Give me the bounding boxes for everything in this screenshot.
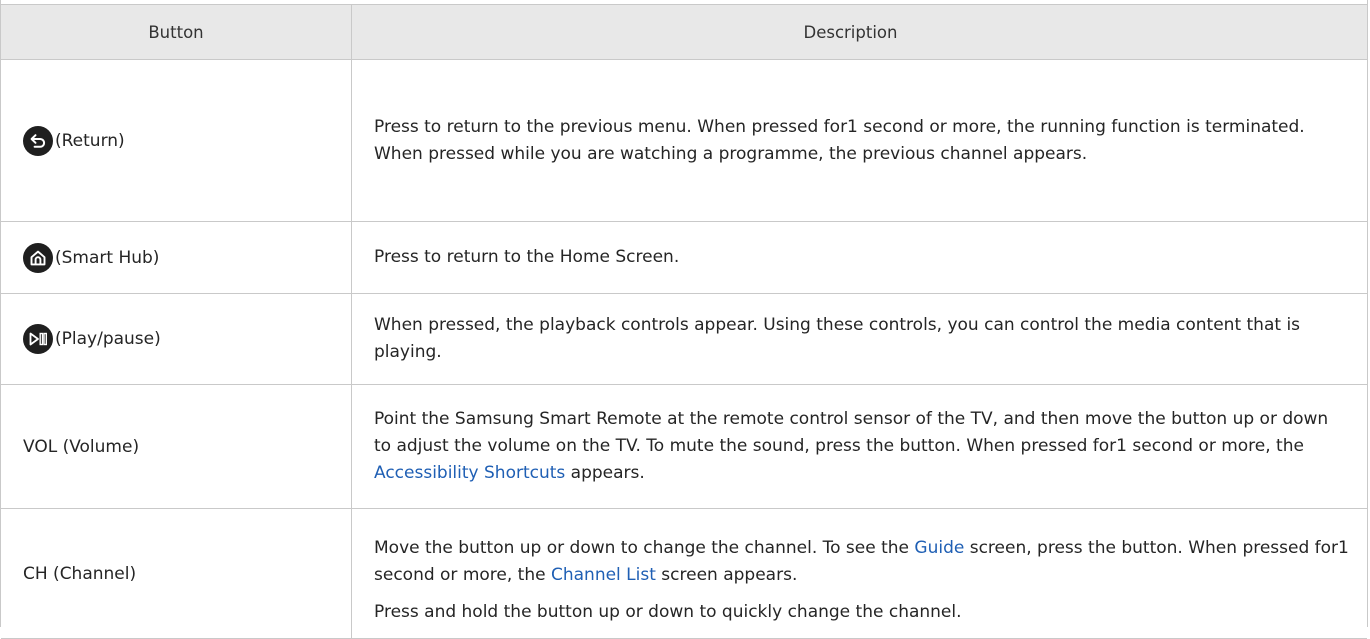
- description-cell: Press to return to the previous menu. Wh…: [352, 60, 1367, 221]
- description-text-part: Move the button up or down to change the…: [374, 538, 915, 558]
- table-row: (Smart Hub) Press to return to the Home …: [1, 222, 1367, 294]
- description-text-part: Point the Samsung Smart Remote at the re…: [374, 409, 1329, 456]
- description-text: Press to return to the previous menu. Wh…: [374, 116, 1305, 164]
- remote-buttons-table: Button Description (Return) Press to ret…: [0, 0, 1368, 639]
- header-button-label: Button: [148, 22, 204, 42]
- description-text: When pressed, the playback controls appe…: [374, 315, 1301, 362]
- return-icon: [23, 125, 53, 156]
- table-row: (Play/pause) When pressed, the playback …: [1, 294, 1367, 385]
- table-row: VOL (Volume) Point the Samsung Smart Rem…: [1, 385, 1367, 509]
- table-row: CH (Channel) Move the button up or down …: [1, 509, 1367, 639]
- guide-link[interactable]: Guide: [914, 538, 964, 558]
- header-description-label: Description: [803, 22, 898, 42]
- play-pause-icon: [23, 324, 53, 354]
- description-text: Press and hold the button up or down to …: [374, 602, 962, 622]
- header-cell-button: Button: [1, 5, 352, 59]
- description-text-part: appears.: [565, 463, 645, 483]
- header-cell-description: Description: [352, 5, 1367, 59]
- table-header-row: Button Description: [1, 4, 1367, 60]
- button-cell: (Return): [1, 60, 352, 221]
- button-label: (Play/pause): [55, 329, 161, 349]
- button-label: CH (Channel): [23, 563, 137, 584]
- button-cell: (Play/pause): [1, 294, 352, 384]
- button-label: VOL (Volume): [23, 436, 140, 457]
- description-text: Press to return to the Home Screen.: [374, 247, 680, 267]
- description-cell: Press to return to the Home Screen.: [352, 222, 1367, 293]
- button-cell: VOL (Volume): [1, 385, 352, 508]
- description-text: Move the button up or down to change the…: [374, 535, 1349, 589]
- description-cell: Move the button up or down to change the…: [352, 509, 1367, 638]
- button-label: (Smart Hub): [55, 247, 160, 268]
- channel-list-link[interactable]: Channel List: [551, 565, 656, 585]
- button-label: (Return): [55, 130, 125, 151]
- button-cell: CH (Channel): [1, 509, 352, 638]
- button-cell: (Smart Hub): [1, 222, 352, 293]
- table-row: (Return) Press to return to the previous…: [1, 60, 1367, 222]
- description-text: Point the Samsung Smart Remote at the re…: [374, 406, 1349, 487]
- accessibility-shortcuts-link[interactable]: Accessibility Shortcuts: [374, 463, 565, 483]
- description-cell: When pressed, the playback controls appe…: [352, 294, 1367, 384]
- description-text-part: screen appears.: [655, 565, 798, 585]
- home-icon: [23, 242, 53, 273]
- description-cell: Point the Samsung Smart Remote at the re…: [352, 385, 1367, 508]
